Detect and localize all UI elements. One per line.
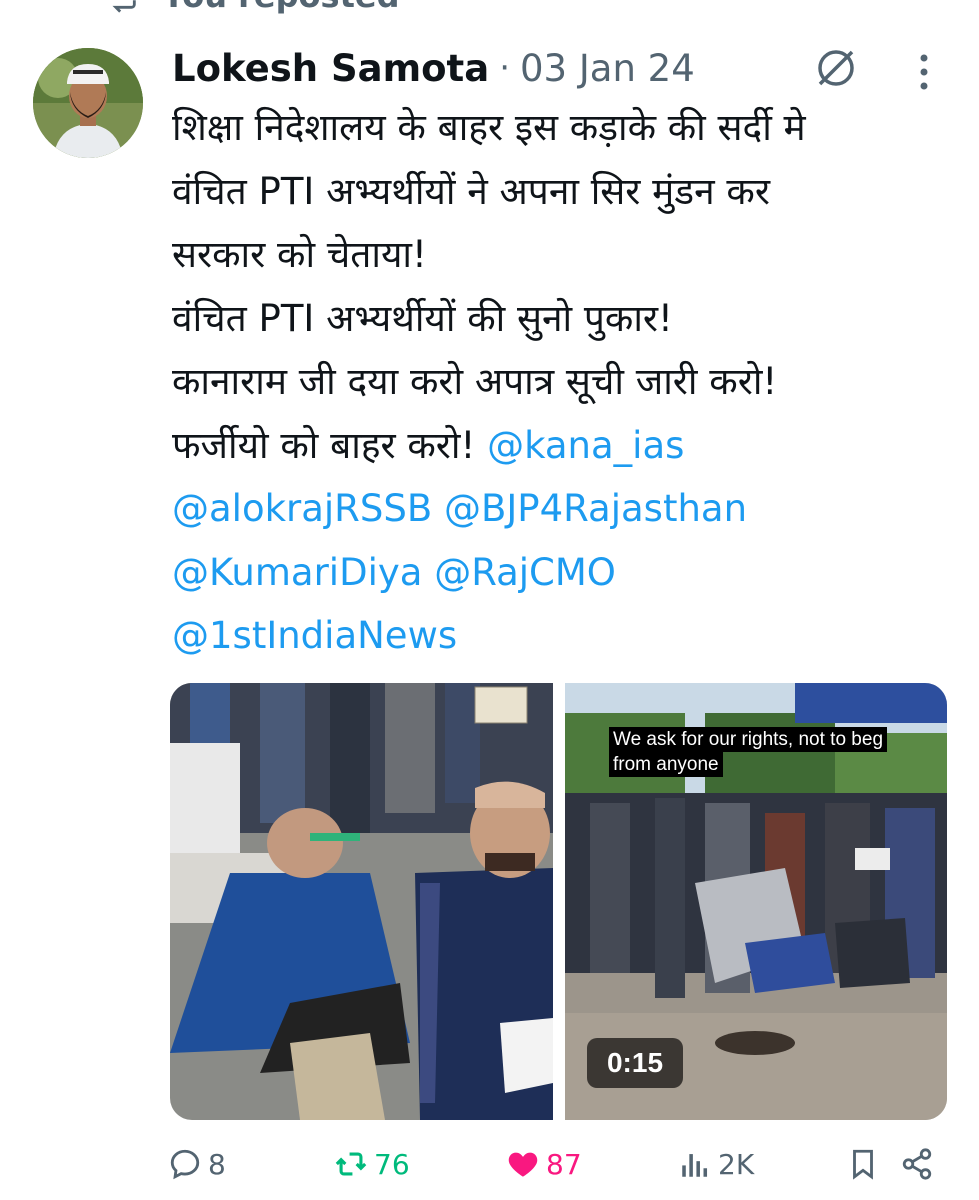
text-line: शिक्षा निदेशालय के बाहर इस कड़ाके की सर्… bbox=[172, 106, 806, 149]
share-button[interactable] bbox=[900, 1140, 934, 1188]
post-text: शिक्षा निदेशालय के बाहर इस कड़ाके की सर्… bbox=[172, 96, 952, 668]
text-line: वंचित PTI अभ्यर्थीयों की सुनो पुकार! bbox=[172, 296, 673, 340]
reply-button[interactable]: 8 bbox=[168, 1140, 226, 1188]
post-header: Lokesh Samota · 03 Jan 24 bbox=[172, 40, 695, 96]
mention-link[interactable]: @BJP4Rajasthan bbox=[444, 487, 747, 530]
mention-link[interactable]: @alokrajRSSB bbox=[172, 487, 432, 530]
text-fragment: फर्जीयो को बाहर करो! bbox=[172, 423, 488, 467]
text-line: वंचित PTI अभ्यर्थीयों ने अपना सिर मुंडन … bbox=[172, 169, 770, 213]
caption-line: from anyone bbox=[609, 752, 723, 777]
mention-link[interactable]: @kana_ias bbox=[487, 424, 684, 467]
like-count: 87 bbox=[546, 1147, 582, 1181]
grok-icon[interactable] bbox=[812, 44, 860, 92]
video-duration: 0:15 bbox=[587, 1038, 683, 1088]
separator-dot: · bbox=[499, 48, 511, 88]
media-video[interactable]: We ask for our rights, not to beg from a… bbox=[565, 683, 947, 1120]
author-name[interactable]: Lokesh Samota bbox=[172, 47, 489, 90]
post-date[interactable]: 03 Jan 24 bbox=[520, 47, 695, 90]
text-line: सरकार को चेताया! bbox=[172, 233, 427, 276]
views-icon bbox=[682, 1154, 708, 1177]
views-count: 2K bbox=[718, 1147, 755, 1181]
repost-count: 76 bbox=[374, 1147, 410, 1181]
media-photo[interactable] bbox=[170, 683, 553, 1120]
avatar[interactable] bbox=[33, 48, 143, 158]
text-line: कानाराम जी दया करो अपात्र सूची जारी करो! bbox=[172, 360, 778, 403]
repost-button[interactable]: 76 bbox=[334, 1140, 410, 1188]
repost-indicator: You reposted bbox=[106, 0, 399, 15]
repost-icon bbox=[335, 1152, 367, 1176]
bookmark-icon bbox=[853, 1149, 873, 1180]
mention-link[interactable]: @KumariDiya bbox=[172, 551, 422, 594]
text-line: फर्जीयो को बाहर करो! @kana_ias bbox=[172, 414, 952, 478]
video-caption: We ask for our rights, not to beg from a… bbox=[609, 727, 888, 777]
views-button[interactable]: 2K bbox=[678, 1140, 754, 1188]
repost-label: You reposted bbox=[162, 0, 399, 15]
more-options-icon[interactable] bbox=[912, 50, 936, 94]
mention-link[interactable]: @1stIndiaNews bbox=[172, 614, 457, 657]
action-bar: 8 76 87 2K bbox=[168, 1140, 948, 1188]
share-icon bbox=[902, 1148, 932, 1180]
reply-count: 8 bbox=[208, 1147, 226, 1181]
reply-icon bbox=[170, 1149, 200, 1180]
like-button[interactable]: 87 bbox=[506, 1140, 582, 1188]
caption-line: We ask for our rights, not to beg bbox=[609, 727, 888, 752]
bookmark-button[interactable] bbox=[846, 1140, 880, 1188]
mention-link[interactable]: @RajCMO bbox=[434, 551, 616, 594]
repost-icon bbox=[112, 0, 136, 13]
heart-icon bbox=[508, 1152, 538, 1177]
